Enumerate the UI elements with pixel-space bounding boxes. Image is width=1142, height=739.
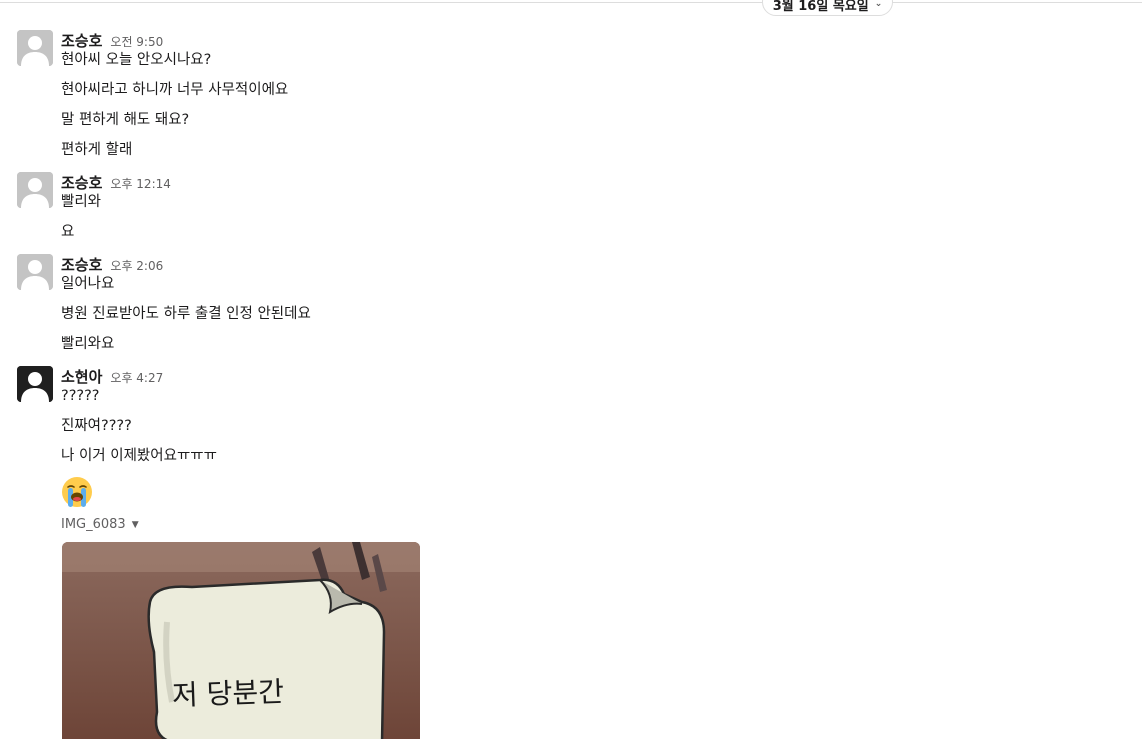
message-text: 진짜여????	[61, 418, 132, 434]
message-header: 조승호 오전 9:50	[61, 30, 163, 50]
sender-name[interactable]: 조승호	[61, 30, 102, 51]
default-user-icon	[17, 366, 53, 402]
date-divider-label: 3월 16일 목요일	[772, 0, 869, 14]
avatar[interactable]	[17, 30, 53, 66]
message-text: 일어나요	[61, 276, 115, 292]
avatar[interactable]	[17, 172, 53, 208]
date-divider-button[interactable]: 3월 16일 목요일 ⌄	[762, 0, 893, 16]
message-text: 나 이거 이제봤어요ㅠㅠㅠ	[61, 448, 217, 464]
attachment-filename: IMG_6083	[61, 517, 126, 532]
image-attachment[interactable]: 저 당분간	[62, 542, 420, 739]
message-header: 소현아 오후 4:27	[61, 366, 163, 386]
image-caption-text: 저 당분간	[171, 675, 285, 712]
caret-down-icon: ▼	[131, 519, 139, 530]
default-user-icon	[17, 172, 53, 208]
message-header: 조승호 오후 2:06	[61, 254, 163, 274]
message-timestamp[interactable]: 오전 9:50	[110, 33, 163, 50]
message-timestamp[interactable]: 오후 12:14	[110, 175, 170, 192]
sender-name[interactable]: 소현아	[61, 366, 102, 387]
default-user-icon	[17, 30, 53, 66]
chevron-down-icon: ⌄	[874, 0, 883, 9]
message-text: 빨리와요	[61, 336, 115, 352]
message-text: 편하게 할래	[61, 142, 133, 158]
sender-name[interactable]: 조승호	[61, 172, 102, 193]
avatar[interactable]	[17, 366, 53, 402]
message-text: 요	[61, 224, 75, 240]
message-timestamp[interactable]: 오후 4:27	[110, 369, 163, 386]
attachment-filename-toggle[interactable]: IMG_6083 ▼	[61, 517, 139, 532]
message-text: 현아씨라고 하니까 너무 사무적이에요	[61, 82, 289, 98]
message-text: 현아씨 오늘 안오시나요?	[61, 52, 212, 68]
loudly-crying-face-icon	[61, 476, 93, 508]
message-header: 조승호 오후 12:14	[61, 172, 171, 192]
sender-name[interactable]: 조승호	[61, 254, 102, 275]
default-user-icon	[17, 254, 53, 290]
message-text: 빨리와	[61, 194, 102, 210]
message-text: 말 편하게 해도 돼요?	[61, 112, 190, 128]
message-timestamp[interactable]: 오후 2:06	[110, 257, 163, 274]
avatar[interactable]	[17, 254, 53, 290]
message-text: ?????	[61, 388, 100, 404]
message-text: 병원 진료받아도 하루 출결 인정 안된데요	[61, 306, 311, 322]
date-divider-line	[0, 2, 1142, 3]
